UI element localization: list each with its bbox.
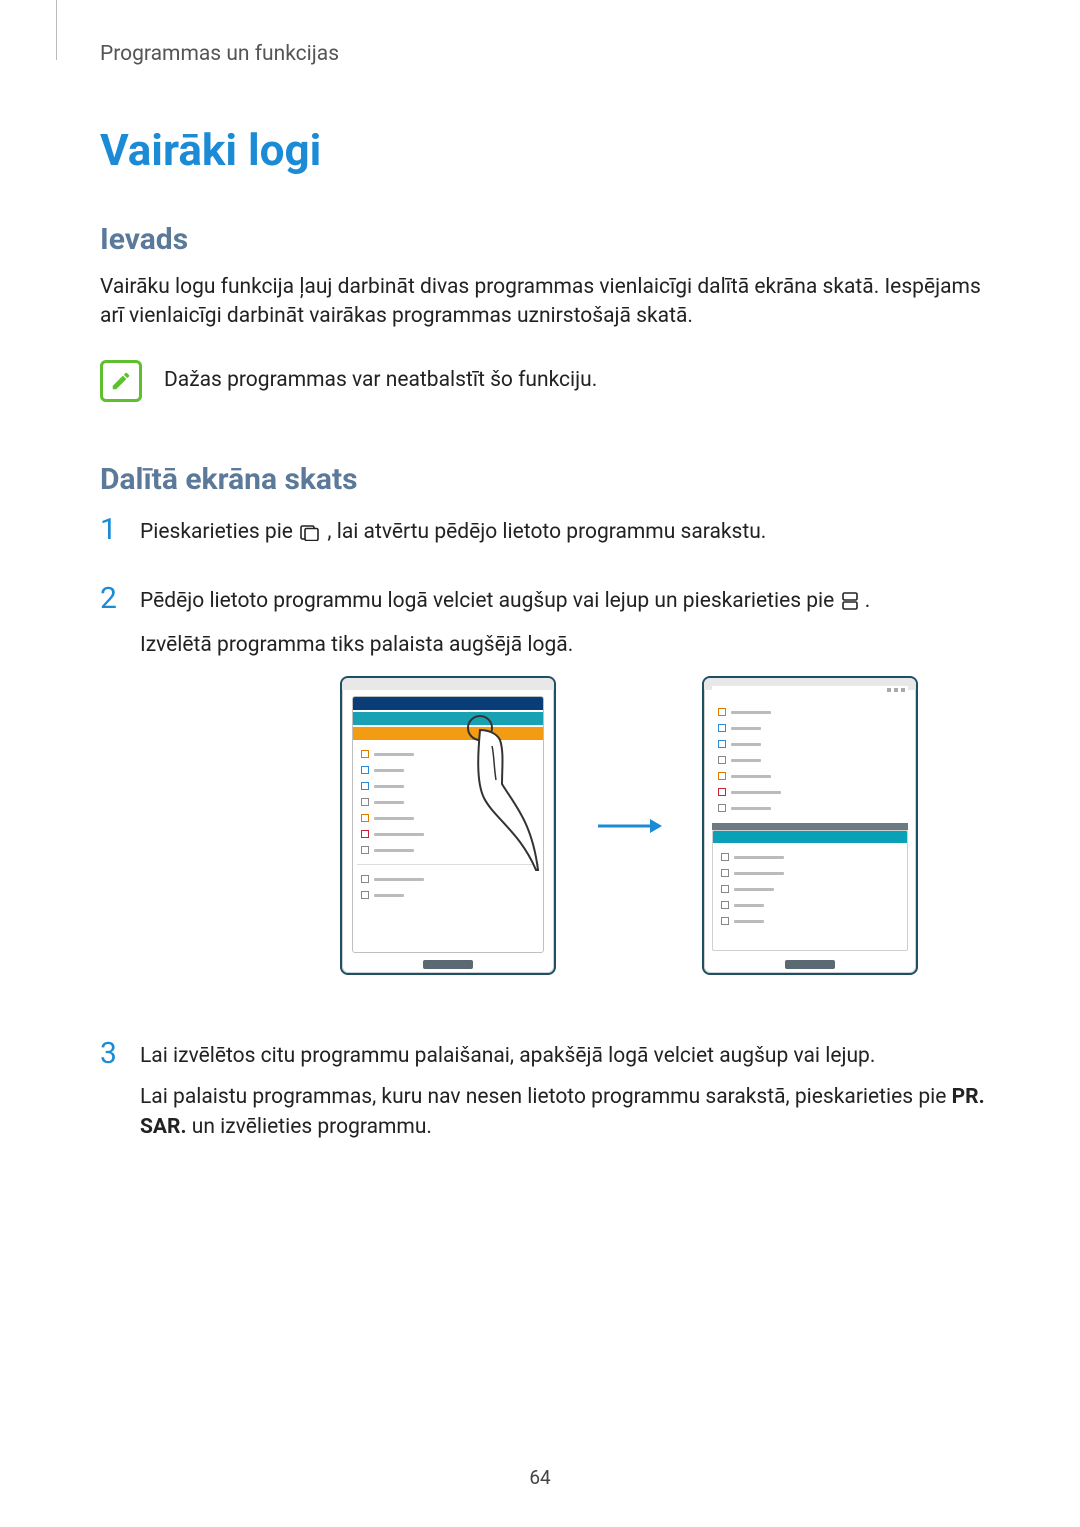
step-2: 2 Pēdējo lietoto programmu logā velciet …	[100, 582, 998, 1015]
figure-left-screen	[340, 676, 556, 975]
intro-heading: Ievads	[100, 222, 998, 257]
tap-gesture-icon	[450, 712, 540, 872]
recents-icon	[300, 520, 320, 550]
step3-line2: Lai palaistu programmas, kuru nav nesen …	[140, 1082, 998, 1143]
pencil-note-icon	[110, 370, 132, 392]
split-heading: Dalītā ekrāna skats	[100, 462, 998, 497]
note-text: Dažas programmas var neatbalstīt šo funk…	[164, 360, 597, 395]
margin-rule	[56, 0, 57, 60]
step-body: Lai izvēlētos citu programmu palaišanai,…	[140, 1037, 998, 1152]
breadcrumb: Programmas un funkcijas	[100, 42, 998, 66]
intro-text: Vairāku logu funkcija ļauj darbināt diva…	[100, 273, 998, 332]
step-3: 3 Lai izvēlētos citu programmu palaišana…	[100, 1037, 998, 1152]
step1-text-before: Pieskarieties pie	[140, 520, 298, 544]
step-number: 2	[100, 582, 122, 1015]
note-icon	[100, 360, 142, 402]
step3-line1: Lai izvēlētos citu programmu palaišanai,…	[140, 1041, 998, 1071]
step-number: 3	[100, 1037, 122, 1152]
step1-text-after: , lai atvērtu pēdējo lietoto programmu s…	[327, 520, 766, 544]
note-callout: Dažas programmas var neatbalstīt šo funk…	[100, 360, 998, 402]
page-title: Vairāki logi	[100, 124, 998, 176]
arrow-right-icon	[596, 816, 662, 836]
steps-list: 1 Pieskarieties pie , lai atvērtu pēdējo…	[100, 513, 998, 1153]
step-number: 1	[100, 513, 122, 560]
figure-right-screen	[702, 676, 918, 975]
step-body: Pēdējo lietoto programmu logā velciet au…	[140, 582, 998, 1015]
step-1: 1 Pieskarieties pie , lai atvērtu pēdējo…	[100, 513, 998, 560]
step2-line2: Izvēlētā programma tiks palaista augšējā…	[140, 630, 998, 660]
step-body: Pieskarieties pie , lai atvērtu pēdējo l…	[140, 513, 998, 560]
step2-line1-before: Pēdējo lietoto programmu logā velciet au…	[140, 589, 840, 613]
step2-line1-after: .	[865, 589, 871, 613]
manual-page: Programmas un funkcijas Vairāki logi Iev…	[0, 0, 1080, 1527]
page-number: 64	[529, 1466, 550, 1489]
figure-split-screen	[260, 676, 998, 975]
split-icon	[842, 589, 858, 619]
